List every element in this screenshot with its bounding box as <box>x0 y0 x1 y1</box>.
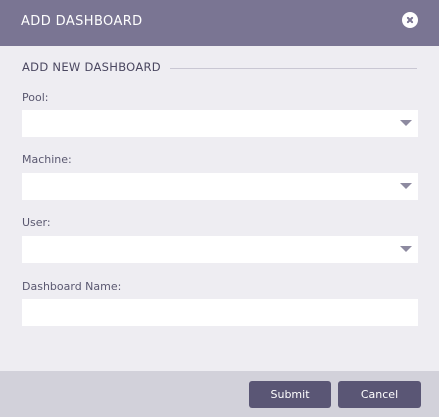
dialog-header: ADD DASHBOARD <box>0 0 439 46</box>
machine-label: Machine: <box>22 153 72 166</box>
dialog-title: ADD DASHBOARD <box>21 14 143 29</box>
cancel-button[interactable]: Cancel <box>338 381 421 408</box>
dashboard-name-input[interactable] <box>22 299 418 326</box>
submit-button[interactable]: Submit <box>249 381 331 408</box>
user-select[interactable] <box>22 236 418 263</box>
chevron-down-icon[interactable] <box>400 120 412 126</box>
user-label: User: <box>22 216 51 229</box>
chevron-down-icon[interactable] <box>400 183 412 189</box>
pool-select[interactable] <box>22 110 418 137</box>
section-divider <box>170 68 417 69</box>
close-icon[interactable] <box>402 12 418 28</box>
dashboard-name-label: Dashboard Name: <box>22 280 122 293</box>
section-title: ADD NEW DASHBOARD <box>22 60 161 74</box>
chevron-down-icon[interactable] <box>400 246 412 252</box>
pool-label: Pool: <box>22 91 49 104</box>
add-dashboard-dialog: ADD DASHBOARD ADD NEW DASHBOARD Pool: Ma… <box>0 0 439 417</box>
machine-select[interactable] <box>22 173 418 200</box>
